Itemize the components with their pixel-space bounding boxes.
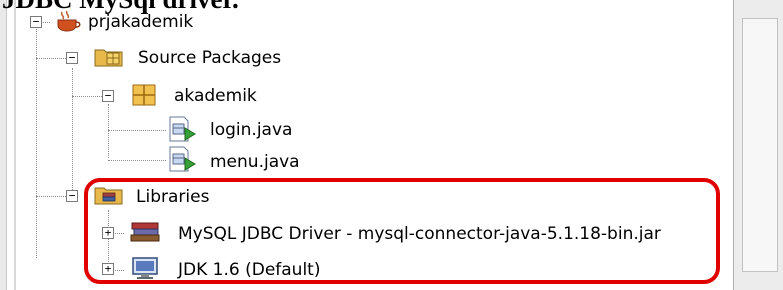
library-folder-icon — [94, 184, 124, 210]
file-label[interactable]: login.java — [210, 119, 292, 141]
project-expand-toggle[interactable]: − — [30, 16, 42, 28]
document-heading: JDBC MySql driver. — [2, 0, 239, 14]
libraries-expand-toggle[interactable]: − — [66, 190, 78, 202]
source-packages-expand-toggle[interactable]: − — [66, 52, 78, 64]
package-label[interactable]: akademik — [174, 85, 257, 107]
file-label[interactable]: menu.java — [210, 151, 300, 173]
jdk-monitor-icon — [130, 256, 162, 284]
java-form-file-icon — [168, 116, 196, 146]
side-panel-scrollbar[interactable] — [733, 0, 783, 290]
library-item-label[interactable]: JDK 1.6 (Default) — [178, 259, 320, 281]
package-icon — [132, 84, 156, 110]
project-tree-panel: − prjakademik − Source Packages − akadem… — [0, 0, 733, 290]
source-folder-icon — [94, 46, 124, 72]
package-expand-toggle[interactable]: − — [102, 90, 114, 102]
library-item-label[interactable]: MySQL JDBC Driver - mysql-connector-java… — [178, 223, 661, 245]
gutter-line — [14, 0, 16, 290]
books-library-icon — [130, 220, 162, 248]
source-packages-label[interactable]: Source Packages — [138, 47, 281, 69]
mysql-driver-expand-toggle[interactable]: + — [102, 227, 114, 239]
libraries-label[interactable]: Libraries — [136, 186, 209, 208]
java-form-file-icon — [168, 146, 196, 176]
scrollbar-track[interactable] — [742, 18, 778, 272]
project-label[interactable]: prjakademik — [88, 11, 193, 33]
gutter — [0, 0, 7, 290]
jdk-expand-toggle[interactable]: + — [102, 263, 114, 275]
